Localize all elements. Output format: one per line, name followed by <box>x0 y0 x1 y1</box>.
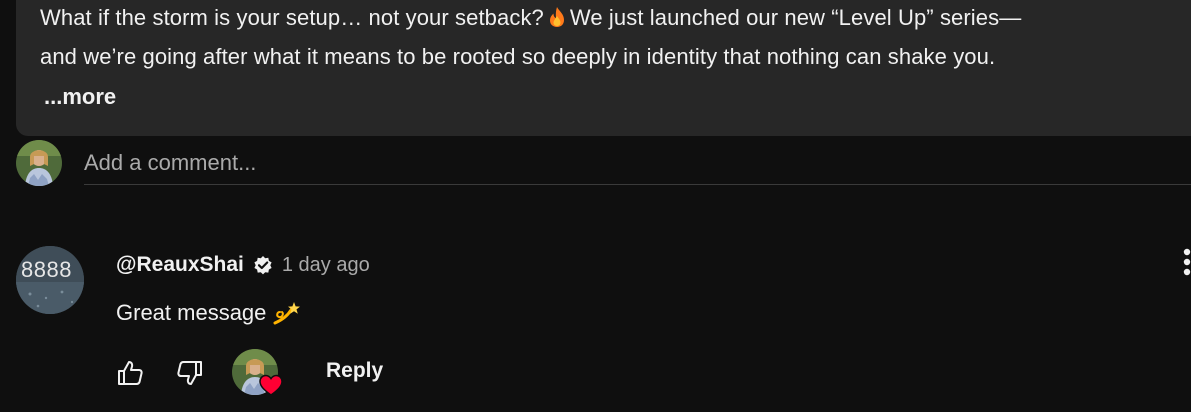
comment-author[interactable]: @ReauxShai <box>116 253 244 277</box>
current-user-avatar <box>16 140 62 186</box>
more-actions-icon[interactable] <box>1178 246 1191 278</box>
verified-badge-icon <box>254 256 272 275</box>
heart-icon <box>259 374 283 396</box>
creator-heart-badge <box>232 349 283 399</box>
fire-icon <box>549 7 564 27</box>
like-icon[interactable] <box>115 358 145 388</box>
reply-button[interactable]: Reply <box>326 359 383 383</box>
comment-timestamp[interactable]: 1 day ago <box>282 254 370 277</box>
comment-body: Great message <box>116 300 267 325</box>
description-text-part-2: We just launched our new “Level Up” seri… <box>569 5 1022 30</box>
dislike-icon[interactable] <box>175 358 205 388</box>
user-photo-image <box>16 140 62 186</box>
dizzy-icon <box>273 302 301 325</box>
show-more-link[interactable]: ...more <box>44 84 116 110</box>
description-line-1: What if the storm is your setup… not you… <box>40 5 1021 31</box>
comment-text: Great message <box>116 298 302 326</box>
commenter-avatar[interactable]: 8888 <box>16 246 84 314</box>
commenter-avatar-text: 8888 <box>21 257 72 282</box>
comment-header: @ReauxShai 1 day ago <box>116 253 370 277</box>
description-line-2: and we’re going after what it means to b… <box>40 44 996 69</box>
description-text-part-1: What if the storm is your setup… not you… <box>40 5 544 30</box>
add-comment-input[interactable] <box>84 142 1191 185</box>
